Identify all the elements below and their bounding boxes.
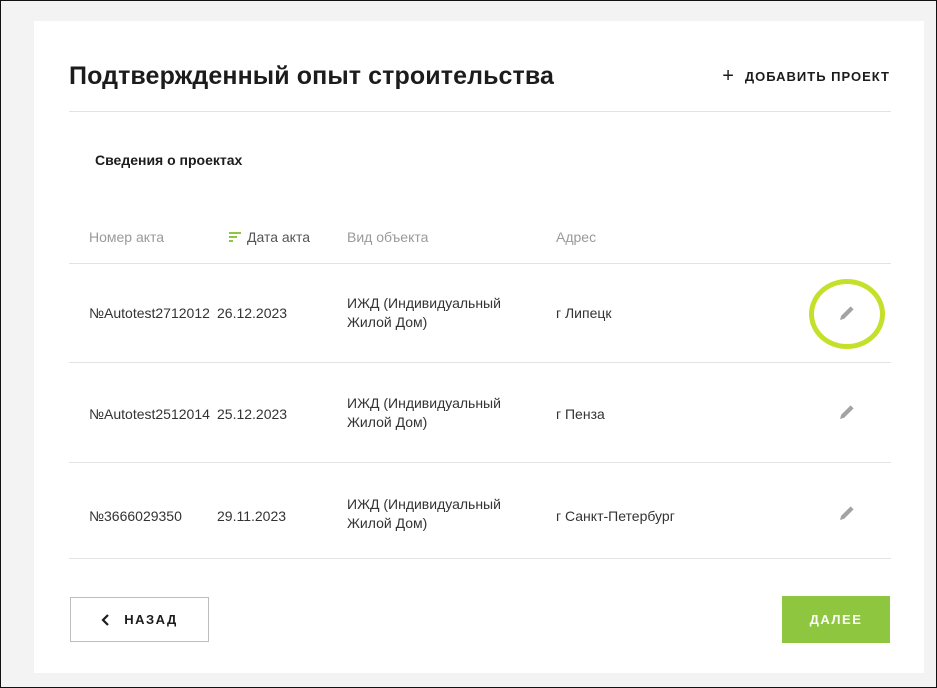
address: г Липецк: [556, 305, 612, 321]
column-header-object[interactable]: Вид объекта: [347, 229, 428, 245]
screen-frame: Подтвержденный опыт строительства + ДОБА…: [0, 0, 937, 688]
object-type-line: ИЖД (Индивидуальный: [347, 295, 501, 311]
column-header-date[interactable]: Дата акта: [229, 229, 310, 245]
object-type-line: Жилой Дом): [347, 314, 428, 330]
content-card: Подтвержденный опыт строительства + ДОБА…: [34, 21, 924, 673]
next-button[interactable]: ДАЛЕЕ: [782, 596, 890, 643]
chevron-left-icon: [101, 613, 109, 626]
column-header-address[interactable]: Адрес: [556, 229, 596, 245]
act-number: №Autotest2712012: [89, 305, 210, 321]
object-type: ИЖД (Индивидуальный Жилой Дом): [347, 394, 501, 432]
object-type-line: Жилой Дом): [347, 515, 428, 531]
column-header-number[interactable]: Номер акта: [89, 229, 164, 245]
object-type: ИЖД (Индивидуальный Жилой Дом): [347, 294, 501, 332]
column-header-date-label: Дата акта: [247, 229, 310, 245]
act-date: 25.12.2023: [217, 406, 288, 422]
divider: [69, 462, 891, 463]
add-project-label: ДОБАВИТЬ ПРОЕКТ: [744, 68, 890, 84]
sort-icon: [229, 232, 241, 242]
page-title: Подтвержденный опыт строительства: [69, 62, 555, 90]
address: г Пенза: [556, 406, 605, 422]
act-number: №Autotest2512014: [89, 406, 210, 422]
pencil-icon[interactable]: [837, 402, 857, 422]
pencil-icon[interactable]: [837, 303, 857, 323]
pencil-icon[interactable]: [837, 503, 857, 523]
object-type-line: Жилой Дом): [347, 414, 428, 430]
divider: [69, 362, 891, 363]
act-date: 29.11.2023: [217, 508, 287, 524]
act-date: 26.12.2023: [217, 305, 288, 321]
act-number: №3666029350: [89, 508, 182, 524]
plus-icon: +: [722, 65, 735, 87]
add-project-button[interactable]: + ДОБАВИТЬ ПРОЕКТ: [722, 66, 890, 86]
back-button-label: НАЗАД: [124, 612, 178, 627]
address: г Санкт-Петербург: [556, 508, 675, 524]
divider: [69, 263, 891, 264]
object-type: ИЖД (Индивидуальный Жилой Дом): [347, 495, 501, 533]
object-type-line: ИЖД (Индивидуальный: [347, 395, 501, 411]
section-title: Сведения о проектах: [95, 152, 243, 168]
divider: [69, 558, 891, 559]
back-button[interactable]: НАЗАД: [70, 597, 209, 642]
divider: [69, 111, 891, 112]
object-type-line: ИЖД (Индивидуальный: [347, 496, 501, 512]
